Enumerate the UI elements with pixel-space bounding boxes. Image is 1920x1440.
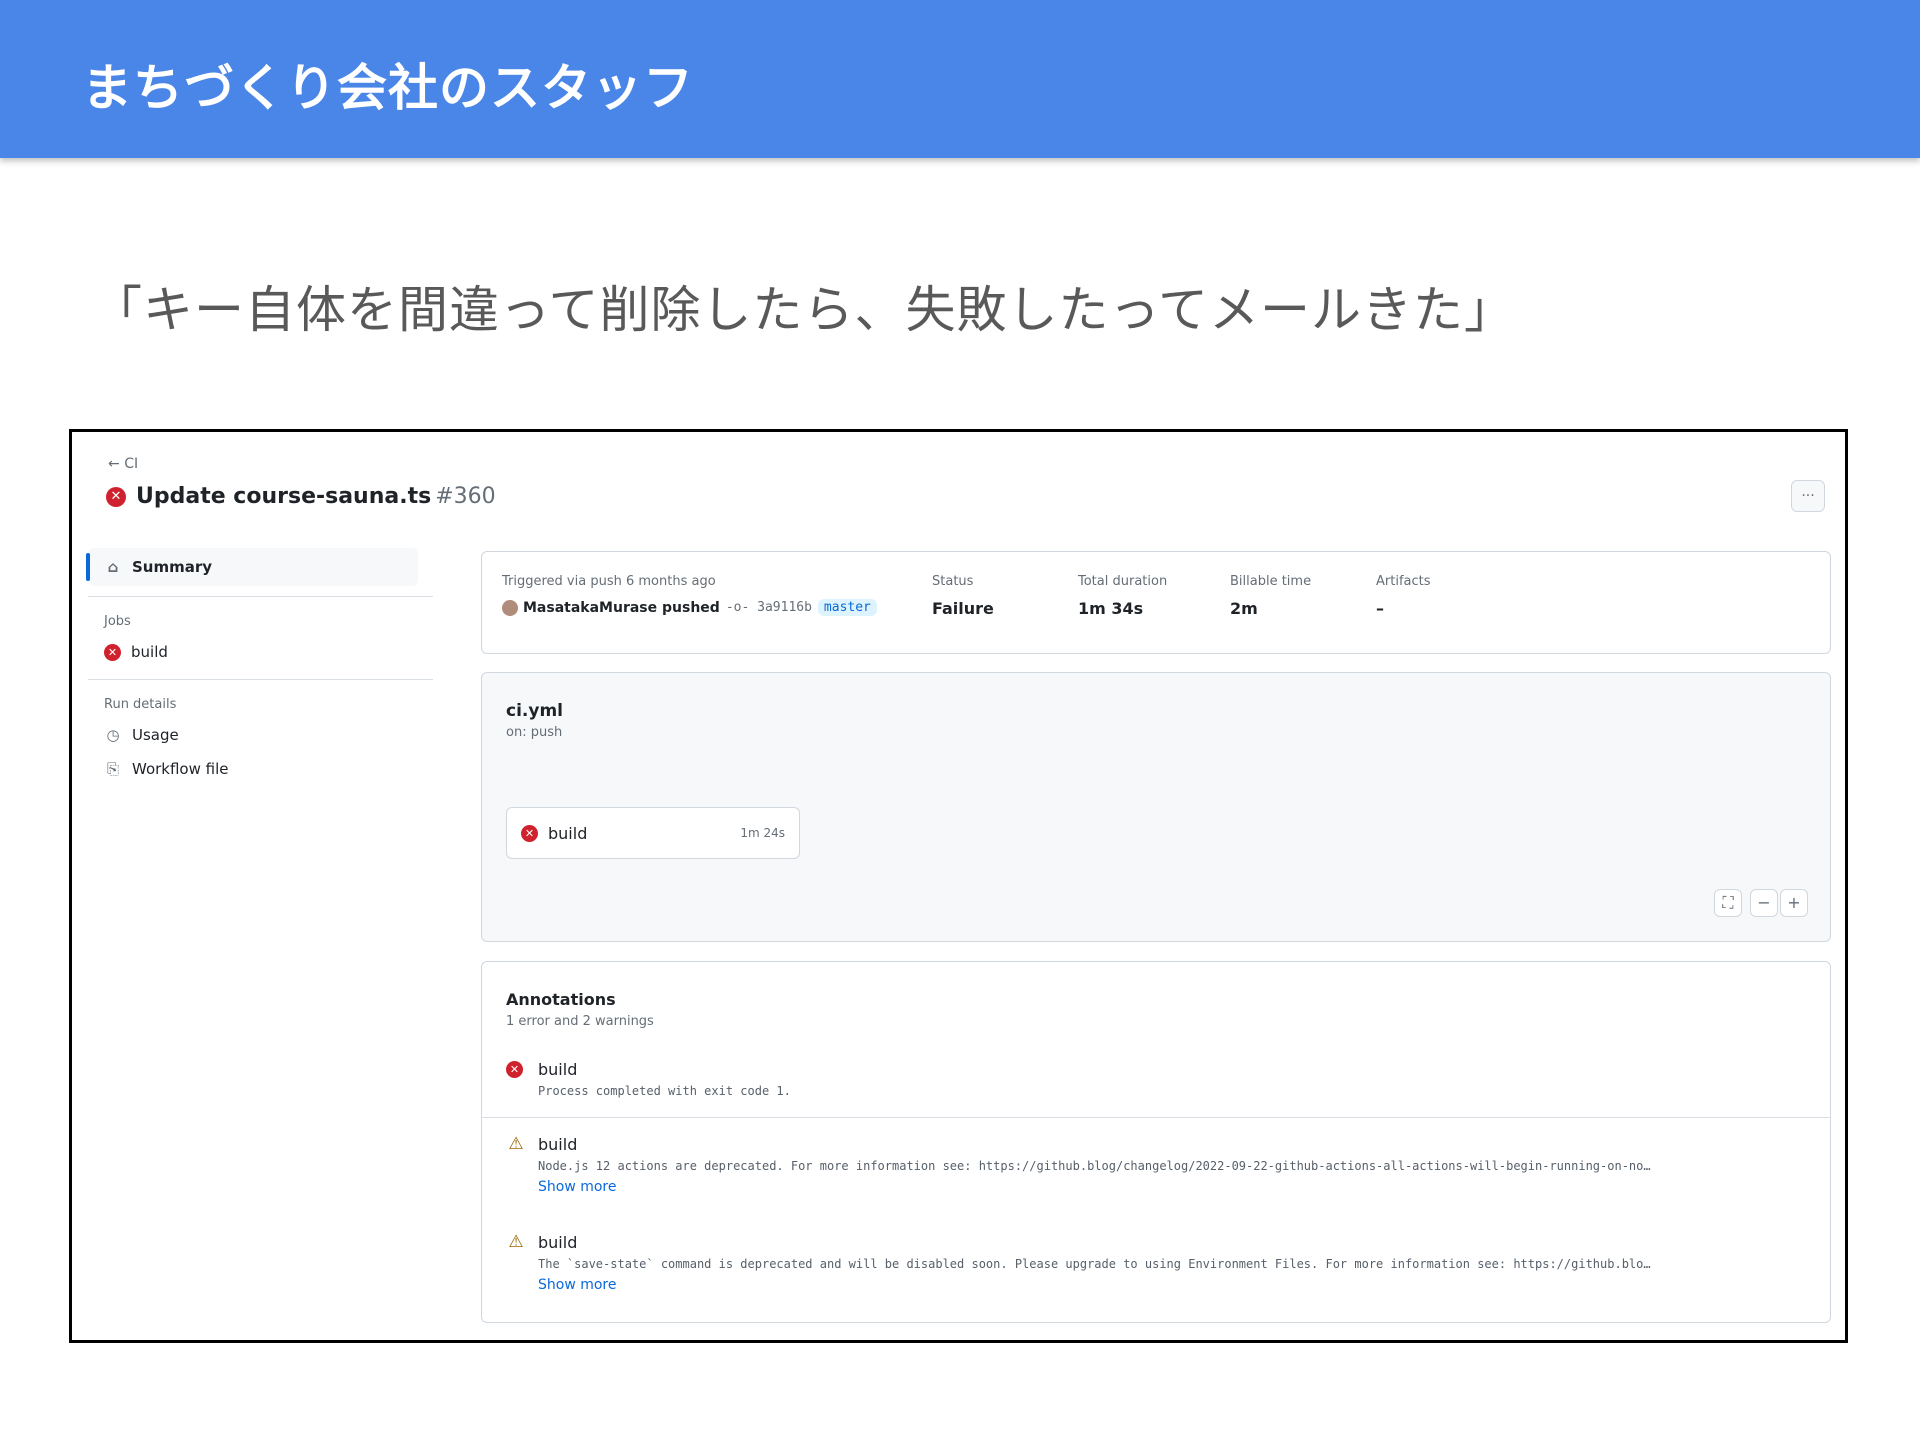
trigger-value: MasatakaMurase pushed -o- 3a9116b master — [502, 599, 877, 616]
annotations-subtitle: 1 error and 2 warnings — [506, 1014, 654, 1029]
zoom-in-button[interactable]: + — [1780, 889, 1808, 917]
workflow-file-name: ci.yml — [506, 701, 563, 721]
zoom-out-button[interactable]: − — [1750, 889, 1778, 917]
duration-column: Total duration 1m 34s — [1078, 574, 1167, 618]
x-circle-icon: ✕ — [506, 1061, 523, 1078]
run-details-heading: Run details — [104, 697, 177, 712]
sidebar-item-label: build — [131, 643, 168, 661]
run-title-text: Update course-sauna.ts — [136, 484, 432, 509]
x-circle-icon: ✕ — [106, 486, 126, 507]
annotation-message: Node.js 12 actions are deprecated. For m… — [538, 1159, 1651, 1173]
show-more-link[interactable]: Show more — [538, 1277, 1816, 1293]
artifacts-value: – — [1376, 599, 1384, 618]
job-node-build[interactable]: ✕ build 1m 24s — [506, 807, 800, 859]
annotation-job-link[interactable]: build — [538, 1135, 577, 1154]
run-number: #360 — [435, 484, 496, 509]
job-node-label: build — [548, 823, 588, 843]
billable-value: 2m — [1230, 599, 1258, 618]
screenshot-frame: ← CI ✕ Update course-sauna.ts #360 ··· ⌂… — [69, 429, 1848, 1343]
billable-label: Billable time — [1230, 574, 1312, 589]
divider — [482, 1117, 1830, 1118]
trigger-column: Triggered via push 6 months ago Masataka… — [502, 574, 877, 616]
status-value: Failure — [932, 599, 994, 618]
divider — [88, 596, 433, 597]
home-icon: ⌂ — [107, 558, 119, 576]
stopwatch-icon: ◷ — [106, 726, 120, 744]
workflow-trigger: on: push — [506, 725, 563, 740]
workflow-graph-card: ci.yml on: push ✕ build 1m 24s ⛶ − + — [481, 672, 1831, 942]
alert-icon: ⚠ — [508, 1134, 524, 1154]
run-title: ✕ Update course-sauna.ts #360 — [106, 484, 496, 509]
show-more-link[interactable]: Show more — [538, 1179, 1816, 1195]
job-node-duration: 1m 24s — [740, 826, 785, 840]
sidebar-item-label: Workflow file — [132, 760, 229, 778]
actor-link[interactable]: MasatakaMurase pushed — [523, 600, 720, 616]
annotations-card: Annotations 1 error and 2 warnings ✕ bui… — [481, 961, 1831, 1323]
x-circle-icon: ✕ — [521, 824, 538, 842]
back-link-label: CI — [124, 456, 139, 472]
branch-badge[interactable]: master — [817, 599, 877, 616]
status-column: Status Failure — [932, 574, 994, 618]
annotation-message: Process completed with exit code 1. — [538, 1084, 791, 1098]
divider — [88, 679, 433, 680]
artifacts-label: Artifacts — [1376, 574, 1431, 589]
arrow-left-icon: ← — [108, 456, 120, 472]
jobs-heading: Jobs — [104, 614, 131, 629]
sidebar-item-usage[interactable]: ◷ Usage — [88, 718, 438, 752]
annotation-warning: ⚠ build The `save-state` command is depr… — [506, 1232, 1816, 1293]
sidebar-item-summary[interactable]: ⌂ Summary — [86, 548, 418, 586]
trigger-label: Triggered via push 6 months ago — [502, 574, 716, 589]
slide-header: まちづくり会社のスタッフ — [0, 0, 1920, 158]
sidebar-item-label: Usage — [132, 726, 179, 744]
annotation-message: The `save-state` command is deprecated a… — [538, 1257, 1651, 1271]
billable-column: Billable time 2m — [1230, 574, 1311, 618]
annotation-warning: ⚠ build Node.js 12 actions are deprecate… — [506, 1134, 1816, 1195]
sidebar-item-build[interactable]: ✕ build — [88, 635, 438, 669]
annotations-title: Annotations — [506, 990, 616, 1009]
slide-quote: 「キー自体を間違って削除したら、失敗したってメールきた」 — [92, 281, 1515, 339]
zoom-fit-button[interactable]: ⛶ — [1714, 889, 1742, 917]
duration-value: 1m 34s — [1078, 599, 1144, 618]
sidebar: ⌂ Summary Jobs ✕ build Run details ◷ Usa… — [86, 548, 438, 786]
commit-sha[interactable]: -o- 3a9116b — [726, 600, 812, 615]
run-summary-card: Triggered via push 6 months ago Masataka… — [481, 551, 1831, 654]
slide-title: まちづくり会社のスタッフ — [82, 59, 694, 117]
more-options-button[interactable]: ··· — [1791, 480, 1825, 512]
sidebar-item-workflow-file[interactable]: ⎘ Workflow file — [88, 752, 438, 786]
annotation-job-link[interactable]: build — [538, 1233, 577, 1252]
artifacts-column: Artifacts – — [1376, 574, 1431, 618]
duration-label: Total duration — [1078, 574, 1168, 589]
alert-icon: ⚠ — [508, 1232, 524, 1252]
x-circle-icon: ✕ — [104, 643, 121, 661]
avatar — [502, 599, 518, 616]
back-link[interactable]: ← CI — [108, 456, 138, 472]
annotation-job-link[interactable]: build — [538, 1060, 577, 1079]
file-code-icon: ⎘ — [106, 760, 119, 778]
annotation-error: ✕ build Process completed with exit code… — [506, 1060, 1816, 1098]
sidebar-item-label: Summary — [132, 558, 213, 576]
status-label: Status — [932, 574, 974, 589]
